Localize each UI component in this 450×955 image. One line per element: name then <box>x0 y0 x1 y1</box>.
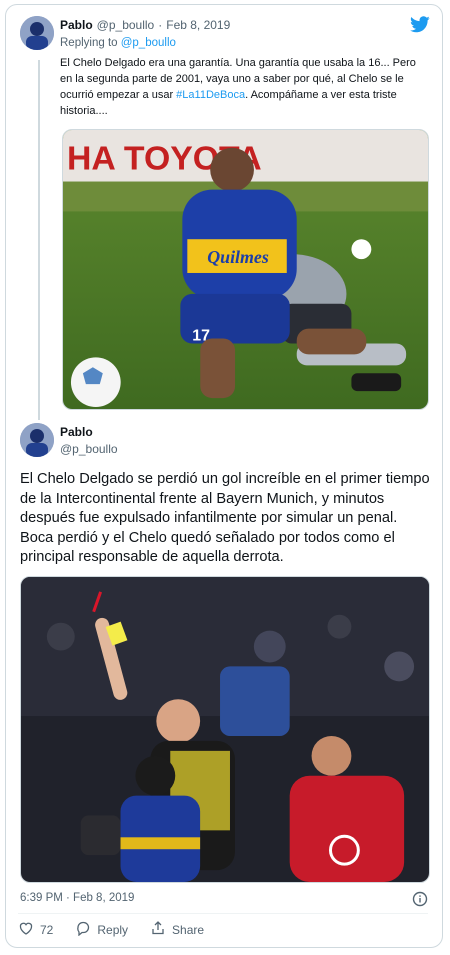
main-author-handle[interactable]: @p_boullo <box>60 442 118 456</box>
main-tweet-text: El Chelo Delgado se perdió un gol increí… <box>20 471 430 565</box>
reply-handle-link[interactable]: @p_boullo <box>121 37 176 49</box>
tweet1-photo[interactable]: HA TOYOTA Quilmes 17 <box>62 129 429 410</box>
reply-label: Reply <box>97 922 129 937</box>
replying-to-label: Replying to <box>60 37 121 49</box>
avatar-main[interactable] <box>20 423 54 457</box>
avatar[interactable] <box>20 16 54 50</box>
twitter-bird-icon <box>410 16 430 34</box>
separator-dot: · <box>158 18 163 32</box>
action-bar: 72 Reply Share <box>18 920 218 939</box>
share-button[interactable]: Share <box>150 920 204 939</box>
tweet-date[interactable]: Feb 8, 2019 <box>166 18 230 32</box>
jersey-sponsor: Quilmes <box>207 247 269 267</box>
divider <box>18 913 428 914</box>
reply-button[interactable]: Reply <box>75 920 128 939</box>
heart-icon <box>18 920 34 939</box>
main-author-name[interactable]: Pablo <box>60 425 118 439</box>
like-button[interactable]: 72 <box>18 920 53 939</box>
share-icon <box>150 920 166 939</box>
info-icon[interactable] <box>412 891 428 907</box>
tweet2-photo[interactable] <box>20 576 430 883</box>
share-label: Share <box>172 922 205 937</box>
hashtag-link[interactable]: #La11DeBoca <box>176 89 245 101</box>
author-handle[interactable]: @p_boullo <box>97 18 155 32</box>
thread-line <box>38 60 40 420</box>
timestamp[interactable]: 6:39 PM · Feb 8, 2019 <box>20 892 134 904</box>
tweet1-text: El Chelo Delgado era una garantía. Una g… <box>60 55 420 119</box>
like-count: 72 <box>40 922 54 937</box>
author-name[interactable]: Pablo <box>60 18 93 32</box>
reply-bubble-icon <box>75 920 91 939</box>
